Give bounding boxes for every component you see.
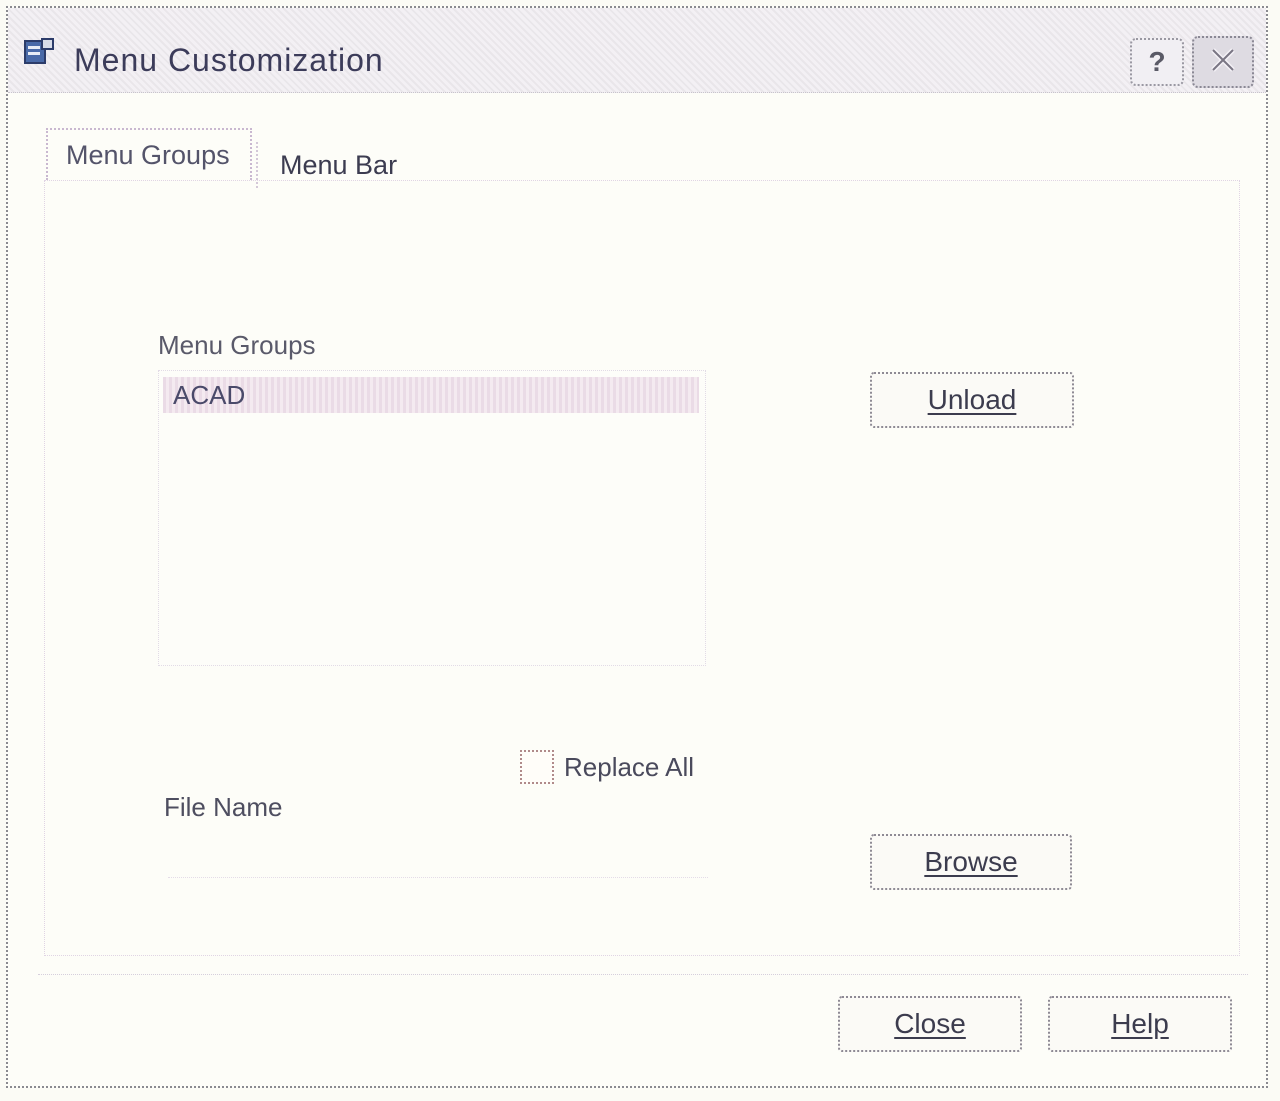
close-button-label: Close (894, 1008, 966, 1039)
help-button[interactable]: Help (1048, 996, 1232, 1052)
footer-separator (38, 974, 1248, 975)
file-name-field[interactable] (168, 838, 708, 878)
menu-customization-dialog: Menu Customization ? Menu Groups Menu Ba… (6, 6, 1268, 1088)
browse-button-label: Browse (924, 846, 1018, 877)
tab-label: Menu Bar (280, 149, 398, 180)
replace-all-label[interactable]: Replace All (564, 752, 694, 783)
help-button-label: Help (1111, 1008, 1169, 1039)
replace-all-checkbox[interactable] (520, 750, 554, 784)
tab-label: Menu Groups (66, 139, 230, 170)
question-mark-icon: ? (1148, 46, 1166, 77)
close-icon (1208, 45, 1238, 80)
title-bar: Menu Customization ? (8, 8, 1266, 93)
app-window-icon (24, 38, 54, 66)
browse-button[interactable]: Browse (870, 834, 1072, 890)
title-help-button[interactable]: ? (1130, 38, 1184, 86)
file-name-label: File Name (164, 792, 283, 822)
menu-groups-list[interactable]: ACAD (158, 370, 706, 666)
list-item[interactable]: ACAD (163, 377, 699, 413)
close-button[interactable]: Close (838, 996, 1022, 1052)
unload-button-label: Unload (927, 384, 1017, 415)
window-title: Menu Customization (74, 42, 384, 78)
unload-button[interactable]: Unload (870, 372, 1074, 428)
tab-menu-groups[interactable]: Menu Groups (46, 128, 252, 180)
title-close-button[interactable] (1192, 36, 1254, 88)
menu-groups-label: Menu Groups (158, 330, 316, 360)
